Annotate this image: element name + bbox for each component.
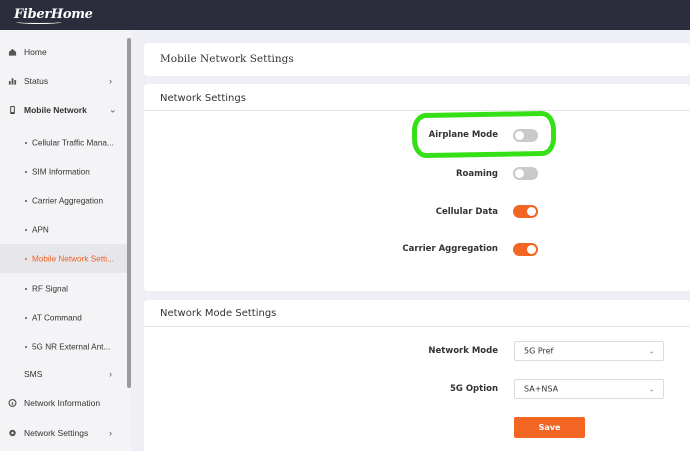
sidebar-item-label: SMS (24, 369, 43, 379)
5g-option-label: 5G Option (449, 384, 498, 394)
sidebar-subitem-at-command[interactable]: AT Command (0, 303, 127, 332)
chevron-right-icon: › (109, 428, 112, 438)
toggle-knob (515, 169, 524, 178)
network-mode-settings-heading: Network Mode Settings (160, 308, 277, 319)
network-mode-label: Network Mode (428, 346, 498, 356)
roaming-label: Roaming (455, 169, 498, 179)
page-title-card: Mobile Network Settings (144, 43, 690, 76)
logo-swoosh (16, 20, 62, 24)
divider (144, 326, 690, 327)
cellular-data-toggle[interactable] (513, 205, 538, 218)
sidebar-item-sms[interactable]: SMS › (0, 361, 127, 387)
sidebar-subitem-sim-information[interactable]: SIM Information (0, 157, 127, 186)
toggle-knob (527, 245, 536, 254)
sidebar-subitem-apn[interactable]: APN (0, 215, 127, 244)
5g-option-value: SA+NSA (524, 384, 559, 394)
bar-chart-icon (8, 78, 17, 85)
5g-option-select[interactable]: SA+NSA ⌄ (514, 379, 664, 399)
gear-icon (9, 429, 16, 437)
sidebar-subitem-label: 5G NR External Ant... (32, 342, 111, 351)
sidebar-item-label: Network Settings (24, 428, 89, 438)
chevron-down-icon: ⌄ (648, 346, 655, 356)
roaming-toggle[interactable] (513, 167, 538, 180)
page-title: Mobile Network Settings (160, 53, 294, 65)
sidebar: Home Status › Mobile Network ⌄ Cellular … (0, 30, 131, 451)
sidebar-item-mobile-network[interactable]: Mobile Network ⌄ (0, 96, 127, 124)
bullet (25, 228, 27, 231)
sidebar-item-label: Mobile Network (24, 105, 87, 115)
annotation-highlight (411, 110, 557, 159)
bullet (25, 345, 27, 348)
bullet (25, 199, 27, 202)
sidebar-item-label: Status (24, 76, 49, 86)
carrier-aggregation-toggle[interactable] (513, 243, 538, 256)
toggle-knob (527, 207, 536, 216)
sidebar-subitem-cellular-traffic[interactable]: Cellular Traffic Mana... (0, 128, 127, 157)
phone-icon (10, 105, 15, 115)
network-settings-heading: Network Settings (160, 93, 246, 104)
chevron-down-icon: ⌄ (648, 384, 655, 394)
home-icon (8, 48, 17, 56)
chevron-down-icon: ⌄ (109, 104, 117, 115)
sidebar-subitem-label: AT Command (32, 313, 82, 322)
sidebar-item-network-information[interactable]: Network Information (0, 389, 127, 417)
network-mode-select[interactable]: 5G Pref ⌄ (514, 341, 664, 361)
top-bar: FiberHome (0, 0, 690, 30)
sidebar-item-label: Home (24, 47, 47, 57)
carrier-aggregation-label: Carrier Aggregation (402, 244, 498, 254)
sidebar-subitem-label: RF Signal (32, 284, 68, 293)
chevron-right-icon: › (109, 369, 112, 379)
sidebar-subitem-mobile-network-settings[interactable]: Mobile Network Setti... (0, 244, 127, 273)
network-settings-card: Network Settings Airplane Mode Roaming C… (144, 84, 690, 291)
bullet (25, 316, 27, 319)
sidebar-item-network-settings[interactable]: Network Settings › (0, 419, 127, 447)
sidebar-item-label: Network Information (24, 398, 101, 408)
sidebar-subitem-carrier-aggregation[interactable]: Carrier Aggregation (0, 186, 127, 215)
network-mode-settings-card: Network Mode Settings Network Mode 5G Pr… (144, 300, 690, 451)
sidebar-scrollbar[interactable] (127, 38, 131, 388)
network-info-icon (8, 398, 17, 408)
bullet (25, 141, 27, 144)
sidebar-subitem-label: APN (32, 225, 49, 234)
sidebar-subitem-label: Cellular Traffic Mana... (32, 138, 114, 147)
network-mode-value: 5G Pref (524, 346, 554, 356)
sidebar-subitem-label: SIM Information (32, 167, 90, 176)
cellular-data-label: Cellular Data (435, 207, 498, 217)
bullet (25, 287, 27, 290)
divider (144, 110, 690, 111)
bullet (25, 257, 27, 260)
bullet (25, 170, 27, 173)
save-button[interactable]: Save (514, 417, 585, 438)
sidebar-subitem-rf-signal[interactable]: RF Signal (0, 274, 127, 303)
sidebar-subitem-5g-nr-external-antenna[interactable]: 5G NR External Ant... (0, 332, 127, 361)
sidebar-subitem-label: Mobile Network Setti... (32, 254, 114, 263)
chevron-right-icon: › (109, 76, 112, 86)
sidebar-subitem-label: Carrier Aggregation (32, 196, 103, 205)
sidebar-item-status[interactable]: Status › (0, 67, 127, 95)
sidebar-item-home[interactable]: Home (0, 38, 127, 66)
